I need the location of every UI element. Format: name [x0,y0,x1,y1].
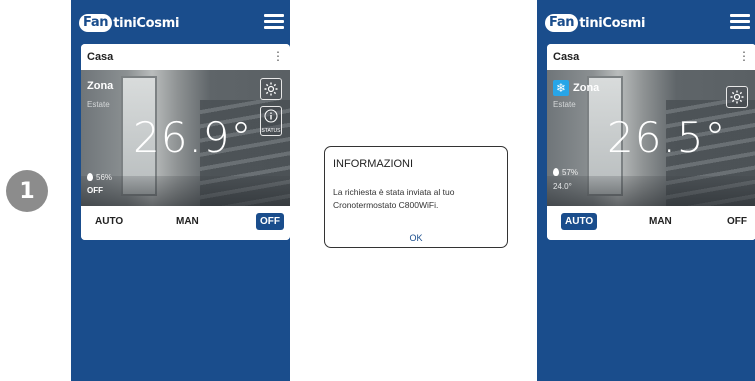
gear-icon [730,90,744,104]
zone-label: ❄ Zona [553,80,599,96]
more-options-icon[interactable]: ⋮ [738,49,750,63]
dialog-message: La richiesta è stata inviata al tuo Cron… [333,187,455,210]
setpoint-reading: 24.0° [553,182,572,191]
mode-man-button[interactable]: MAN [176,216,199,227]
zone-card: Casa ⋮ ❄ Zona Estate 26.5° 57% 24.0° AUT… [547,44,755,240]
logo-text: tiniCosmi [113,15,180,31]
status-info-button[interactable]: STATUS [260,106,282,136]
card-header: Casa ⋮ [81,44,290,70]
dialog-title: INFORMAZIONI [333,158,414,170]
logo-badge: Fan [79,14,113,32]
room-background-image: Zona Estate 26.9° 56% OFF STATUS [81,70,290,206]
brand-logo: Fan tiniCosmi [79,13,179,33]
logo-badge: Fan [545,14,579,32]
room-background-image: ❄ Zona Estate 26.5° 57% 24.0° [547,70,755,206]
phone-screen-before: Fan tiniCosmi Casa ⋮ Zona Estate 26.9° 5… [71,0,290,381]
phone-screen-after: Fan tiniCosmi Casa ⋮ ❄ Zona Estate 26.5°… [537,0,755,381]
dialog-ok-button[interactable]: OK [325,233,507,243]
more-options-icon[interactable]: ⋮ [272,49,284,63]
zone-label: Zona [87,80,114,92]
temperature-reading: 26.5° [607,113,727,162]
mode-off-button[interactable]: OFF [727,216,747,227]
logo-text: tiniCosmi [579,15,646,31]
settings-gear-button[interactable] [260,78,282,100]
hamburger-menu-icon[interactable] [730,14,750,30]
zone-card: Casa ⋮ Zona Estate 26.9° 56% OFF STATUS … [81,44,290,240]
mode-selector: AUTO MAN OFF [81,206,290,240]
mode-auto-button[interactable]: AUTO [561,213,598,230]
card-title: Casa [553,51,580,63]
gear-icon [264,82,278,96]
card-header: Casa ⋮ [547,44,755,70]
mode-off-button[interactable]: OFF [256,213,284,230]
season-label: Estate [87,100,110,109]
snowflake-cooling-icon: ❄ [553,80,569,96]
status-label: STATUS [261,128,281,134]
humidity-drop-icon [553,168,559,176]
mode-man-button[interactable]: MAN [649,216,672,227]
mode-auto-button[interactable]: AUTO [95,216,123,227]
humidity-drop-icon [87,173,93,181]
info-dialog: INFORMAZIONI La richiesta è stata inviat… [324,146,508,248]
thermostat-state: OFF [87,186,103,195]
temperature-reading: 26.9° [133,113,253,162]
humidity-reading: 56% [87,173,112,182]
settings-gear-button[interactable] [726,86,748,108]
season-label: Estate [553,100,576,109]
humidity-reading: 57% [553,168,578,177]
brand-logo: Fan tiniCosmi [545,13,645,33]
mode-selector: AUTO MAN OFF [547,206,755,240]
hamburger-menu-icon[interactable] [264,14,284,30]
step-number-badge: 1 [6,170,48,212]
card-title: Casa [87,51,114,63]
info-icon [264,109,278,123]
